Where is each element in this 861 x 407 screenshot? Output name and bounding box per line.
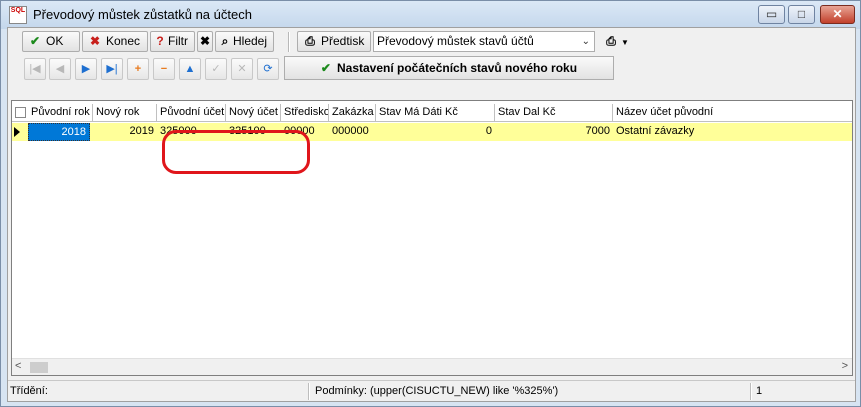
next-record-button[interactable]: ▶ [75, 58, 97, 80]
last-record-button[interactable]: ▶| [101, 58, 123, 80]
minus-icon: − [160, 63, 168, 75]
cell-zakazka[interactable]: 000000 [329, 123, 376, 141]
setup-new-year-button[interactable]: ✔ Nastavení počátečních stavů nového roku [284, 56, 614, 80]
checkmark-icon: ✔ [320, 61, 331, 75]
window-title: Převodový můstek zůstatků na účtech [33, 7, 252, 22]
filtr-button[interactable]: ? Filtr [150, 31, 195, 52]
plus-icon: + [134, 63, 142, 75]
checkmark-icon: ✔ [29, 34, 41, 48]
red-highlight-annotation [162, 130, 310, 174]
print-button[interactable]: ⎙ ▼ [599, 31, 629, 52]
status-record-count: 1 [756, 385, 763, 397]
table-row[interactable]: 2018 2019 325000 325100 00000 000000 0 7… [12, 123, 852, 141]
horizontal-scrollbar[interactable]: < > [12, 358, 852, 375]
setup-new-year-label: Nastavení počátečních stavů nového roku [336, 61, 578, 75]
clear-filter-icon: ✖ [200, 34, 211, 48]
prev-icon: ◀ [55, 63, 65, 75]
column-header[interactable]: Název účet původní [613, 104, 763, 122]
cell-novy-rok[interactable]: 2019 [93, 123, 157, 141]
cancel-icon: ✕ [237, 63, 247, 75]
chevron-down-icon: ⌄ [581, 36, 590, 47]
cancel-record-button[interactable]: ✕ [231, 58, 253, 80]
last-icon: ▶| [106, 63, 118, 75]
scroll-left-icon[interactable]: < [15, 360, 21, 372]
title-bar: SQL Převodový můstek zůstatků na účtech … [1, 1, 860, 29]
konec-label: Konec [106, 34, 141, 48]
prev-record-button[interactable]: ◀ [49, 58, 71, 80]
delete-record-button[interactable]: − [153, 58, 175, 80]
question-icon: ? [156, 34, 164, 48]
first-record-button[interactable]: |◀ [24, 58, 46, 80]
close-button[interactable]: ✕ [820, 5, 855, 24]
check-icon: ✓ [211, 63, 221, 75]
edit-record-button[interactable]: ▲ [179, 58, 201, 80]
client-area: ✔ OK ✖ Konec ? Filtr ✖ ⌕ Hledej ⎙ Předtisk Př… [7, 27, 856, 402]
next-icon: ▶ [81, 63, 91, 75]
hledej-label: Hledej [233, 34, 268, 48]
scroll-right-icon[interactable]: > [842, 360, 848, 372]
current-row-indicator-icon [14, 127, 20, 137]
refresh-icon: ⟳ [263, 63, 273, 75]
column-header[interactable]: Zakázka [329, 104, 376, 122]
ok-button[interactable]: ✔ OK [22, 31, 80, 52]
find-icon: ⌕ [221, 34, 229, 48]
add-record-button[interactable]: + [127, 58, 149, 80]
konec-button[interactable]: ✖ Konec [82, 31, 148, 52]
grid-header: Původní rok Nový rok Původní účet Nový ú… [12, 104, 852, 122]
cross-icon: ✖ [89, 34, 101, 48]
dropdown-arrow-icon: ▼ [621, 38, 629, 47]
status-trideni: Třídění: [10, 385, 48, 397]
toolbar-separator [288, 32, 290, 52]
print-preview-icon: ⎙ [305, 34, 315, 48]
main-window: SQL Převodový můstek zůstatků na účtech … [0, 0, 861, 407]
cell-puvodni-rok[interactable]: 2018 [28, 123, 90, 141]
triangle-up-icon: ▲ [184, 63, 196, 75]
app-logo-icon: SQL [9, 6, 27, 24]
report-select-value: Převodový můstek stavů účtů [377, 34, 534, 48]
predtisk-label: Předtisk [321, 34, 365, 48]
status-separator [750, 383, 752, 400]
filtr-label: Filtr [168, 34, 188, 48]
minimize-button[interactable]: ▭ [758, 5, 785, 24]
cell-stav-dal[interactable]: 7000 [495, 123, 613, 141]
cell-stav-ma-dati[interactable]: 0 [376, 123, 495, 141]
data-grid: Původní rok Nový rok Původní účet Nový ú… [11, 100, 853, 376]
refresh-button[interactable]: ⟳ [257, 58, 279, 80]
column-header[interactable]: Nový účet [226, 104, 281, 122]
clear-filter-button[interactable]: ✖ [197, 31, 213, 52]
status-separator [308, 383, 310, 400]
status-podminky: Podmínky: (upper(CISUCTU_NEW) like '%325… [315, 385, 559, 397]
column-header[interactable]: Stav Má Dáti Kč [376, 104, 495, 122]
select-all-checkbox[interactable] [15, 107, 26, 118]
maximize-button[interactable]: □ [788, 5, 815, 24]
report-select[interactable]: Převodový můstek stavů účtů ⌄ [373, 31, 595, 52]
ok-label: OK [46, 34, 64, 48]
column-header[interactable]: Původní rok [28, 104, 93, 122]
cell-nazev-ucet[interactable]: Ostatní závazky [613, 123, 763, 141]
column-header[interactable]: Původní účet [157, 104, 226, 122]
column-header[interactable]: Nový rok [93, 104, 157, 122]
hledej-button[interactable]: ⌕ Hledej [215, 31, 274, 52]
status-bar: Třídění: Podmínky: (upper(CISUCTU_NEW) l… [8, 380, 855, 401]
column-header[interactable]: Středisko [281, 104, 329, 122]
printer-icon: ⎙ [606, 34, 616, 48]
first-icon: |◀ [29, 63, 41, 75]
predtisk-button[interactable]: ⎙ Předtisk [297, 31, 371, 52]
scrollbar-thumb[interactable] [30, 362, 48, 373]
post-record-button[interactable]: ✓ [205, 58, 227, 80]
column-header[interactable]: Stav Dal Kč [495, 104, 613, 122]
